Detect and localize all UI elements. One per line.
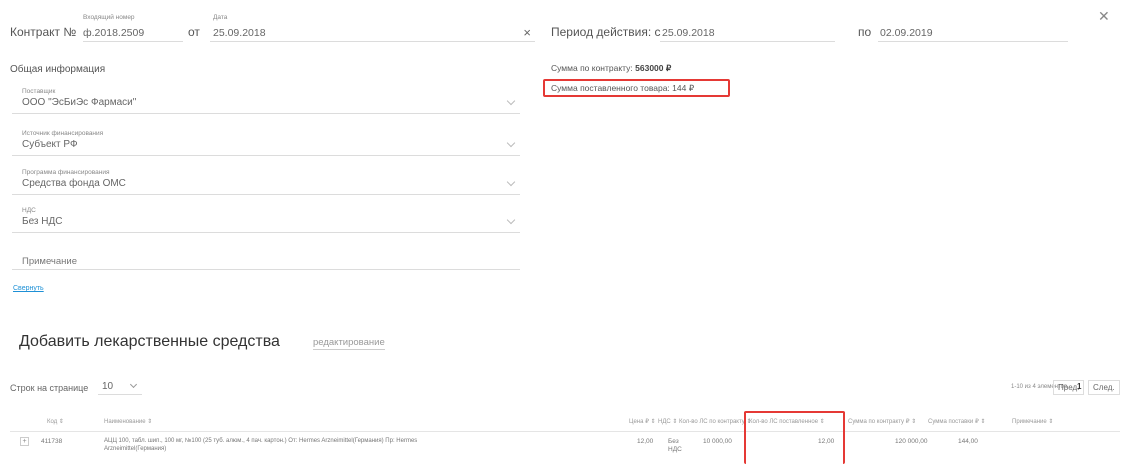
chevron-down-icon: [506, 138, 516, 148]
cell-code: 411738: [41, 438, 63, 445]
contract-sum-value: 563000 ₽: [635, 63, 672, 73]
cell-qty-contract: 10 000,00: [703, 438, 732, 445]
contract-number-field[interactable]: ф.2018.2509: [83, 24, 183, 42]
col-header-note[interactable]: Примечание ⇕: [1012, 418, 1053, 425]
collapse-link[interactable]: Свернуть: [13, 285, 44, 292]
contract-label: Контракт №: [10, 25, 77, 39]
program-select[interactable]: Программа финансирования Средства фонда …: [12, 165, 520, 195]
vat-label: НДС: [22, 207, 36, 214]
col-header-code[interactable]: Код ⇕: [47, 418, 64, 425]
funding-source-select[interactable]: Источник финансирования Субъект РФ: [12, 126, 520, 156]
chevron-down-icon: [129, 380, 138, 389]
expand-row-button[interactable]: +: [20, 437, 29, 446]
program-value: Средства фонда ОМС: [22, 178, 126, 189]
col-header-name[interactable]: Наименование ⇕: [104, 418, 152, 425]
clear-icon[interactable]: ×: [523, 25, 531, 40]
funding-source-label: Источник финансирования: [22, 130, 104, 137]
vat-select[interactable]: НДС Без НДС: [12, 203, 520, 233]
col-header-sum-delivered[interactable]: Сумма поставки ₽ ⇕: [928, 418, 985, 425]
supplier-value: ООО "ЭсБиЭс Фармаси": [22, 97, 137, 108]
col-header-vat[interactable]: НДС ⇕: [658, 418, 677, 425]
cell-vat-line1: Без: [668, 438, 679, 445]
note-placeholder: Примечание: [22, 256, 77, 267]
contract-sum-label: Сумма по контракту:: [551, 63, 633, 73]
delivered-sum: Сумма поставленного товара: 144 ₽: [551, 83, 695, 93]
cell-name-line2: Arzneimittel(Германия): [104, 446, 167, 452]
cell-qty-delivered: 12,00: [818, 438, 835, 445]
funding-source-value: Субъект РФ: [22, 139, 78, 150]
period-start-field[interactable]: 25.09.2018: [660, 24, 835, 42]
cell-name-line1: АЦЦ 100, табл. шип., 100 мг, №100 (25 ту…: [104, 438, 418, 444]
period-start-value: 25.09.2018: [662, 27, 715, 39]
chevron-down-icon: [506, 215, 516, 225]
col-header-qty-contract[interactable]: Кол-во ЛС по контракту ⇕: [679, 418, 751, 425]
supplier-select[interactable]: Поставщик ООО "ЭсБиЭс Фармаси": [12, 84, 520, 114]
next-page-button[interactable]: След.: [1088, 380, 1120, 395]
contract-date-value: 25.09.2018: [213, 27, 266, 39]
close-icon[interactable]: ✕: [1098, 8, 1110, 25]
col-header-price[interactable]: Цена ₽ ⇕: [629, 418, 656, 425]
rows-per-page-value: 10: [102, 381, 114, 392]
vat-value: Без НДС: [22, 216, 63, 227]
period-to-label: по: [858, 25, 872, 39]
current-page[interactable]: 1: [1077, 382, 1081, 391]
period-label: Период действия: с: [551, 25, 661, 39]
supplier-label: Поставщик: [22, 88, 56, 95]
cell-sum-delivered: 144,00: [958, 438, 978, 445]
drugs-section-title: Добавить лекарственные средства: [19, 333, 280, 350]
col-header-sum-contract[interactable]: Сумма по контракту ₽ ⇕: [848, 418, 916, 425]
chevron-down-icon: [506, 177, 516, 187]
edit-link[interactable]: редактирование: [313, 337, 385, 350]
rows-per-page-label: Строк на странице: [10, 383, 89, 393]
program-label: Программа финансирования: [22, 169, 110, 176]
rows-per-page-select[interactable]: 10: [98, 379, 142, 395]
general-info-title: Общая информация: [10, 64, 106, 75]
date-field-label: Дата: [213, 14, 228, 21]
contract-sum: Сумма по контракту: 563000 ₽: [551, 63, 671, 74]
contract-date-field[interactable]: 25.09.2018 ×: [210, 24, 535, 42]
contract-number-value: ф.2018.2509: [83, 27, 145, 39]
number-field-label: Входящий номер: [83, 14, 135, 21]
from-label: от: [188, 25, 200, 39]
chevron-down-icon: [506, 96, 516, 106]
period-end-value: 02.09.2019: [880, 27, 933, 39]
cell-sum-contract: 120 000,00: [895, 438, 928, 445]
cell-price: 12,00: [637, 438, 654, 445]
period-end-field[interactable]: 02.09.2019: [878, 24, 1068, 42]
note-field[interactable]: Примечание: [12, 252, 520, 270]
cell-vat-line2: НДС: [668, 446, 682, 453]
